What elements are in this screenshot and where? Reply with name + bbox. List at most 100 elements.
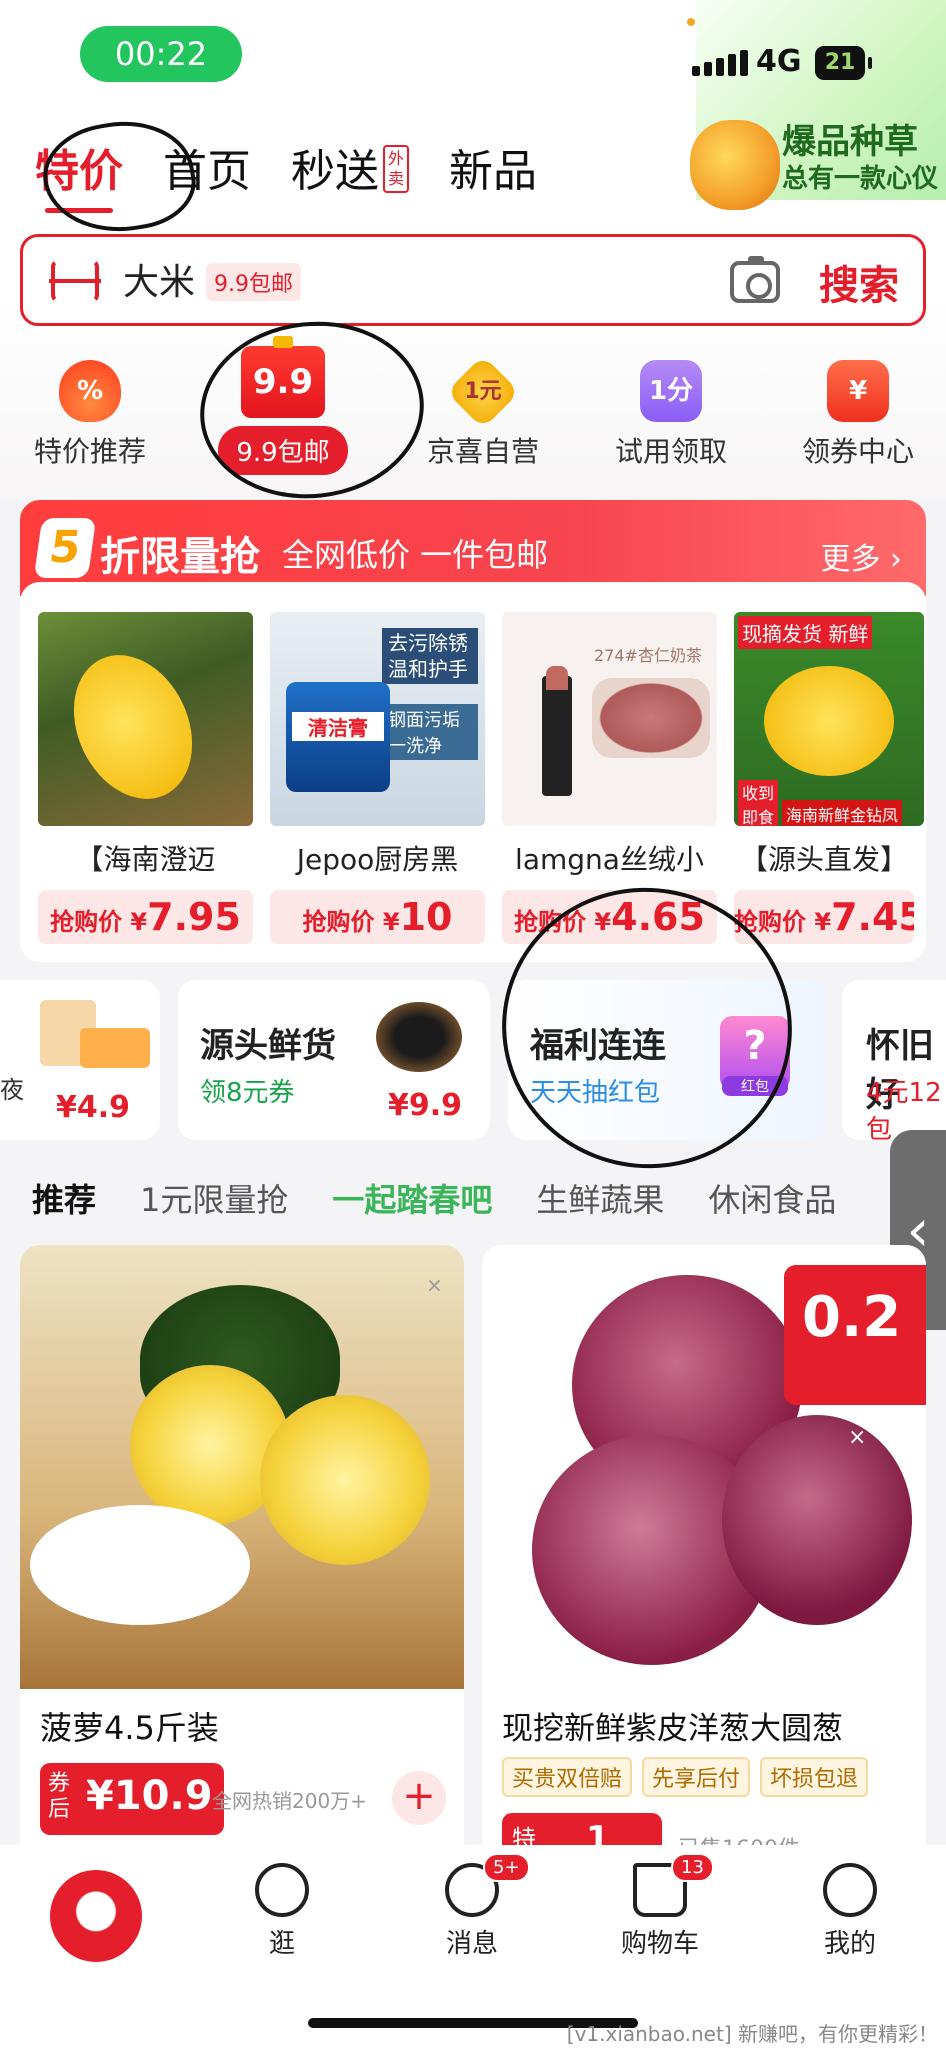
flash-item[interactable]: 去污除锈 温和护手 钢面污垢 一洗净 清洁膏 Jepoo厨房黑 抢购价 ¥10 bbox=[270, 612, 485, 944]
search-button[interactable]: 搜索 bbox=[819, 253, 899, 311]
quick-label: 特价推荐 bbox=[33, 435, 146, 468]
mini-card-huaijiu[interactable]: 怀旧好 4元12包 bbox=[842, 980, 946, 1140]
search-bar[interactable]: 大米 9.9包邮 搜索 bbox=[20, 234, 926, 326]
price-prefix: 抢购价 ¥ bbox=[50, 908, 148, 936]
nav-messages[interactable]: 5+ 消息 bbox=[402, 1853, 542, 1960]
price-value: 7.95 bbox=[147, 895, 241, 939]
add-to-cart-button[interactable]: + bbox=[392, 1771, 446, 1825]
cleaner-image: 去污除锈 温和护手 钢面污垢 一洗净 清洁膏 bbox=[270, 612, 485, 826]
message-icon: 5+ bbox=[445, 1853, 530, 1917]
browse-icon bbox=[255, 1863, 309, 1917]
product-tag: 坏损包退 bbox=[760, 1757, 869, 1797]
network-type: 4G bbox=[756, 44, 802, 79]
product-tag: 先享后付 bbox=[642, 1757, 751, 1797]
mini-card-price: ¥4.9 bbox=[56, 1090, 131, 1125]
mini-card-yuantou[interactable]: 源头鲜货 领8元券 ¥9.9 bbox=[178, 980, 490, 1140]
flash-item[interactable]: 现摘发货 新鲜 收到即食 海南新鲜金钻凤 【源头直发】 抢购价 ¥7.45 bbox=[734, 612, 924, 944]
home-mascot-icon[interactable] bbox=[50, 1870, 142, 1962]
flash-item-name: Jepoo厨房黑 bbox=[296, 843, 459, 876]
nav-cart[interactable]: 13 购物车 bbox=[590, 1853, 730, 1960]
cleaner-sub: 钢面污垢 一洗净 bbox=[382, 704, 478, 760]
product-sales: 全网热销200万+ bbox=[212, 1789, 367, 1813]
flash-item-name: 【海南澄迈 bbox=[75, 843, 216, 876]
quick-icons: % 特价推荐 9.9 9.9包邮 1元 京喜自营 1分 试用领取 ¥ 领券中心 bbox=[0, 336, 946, 480]
mini-card[interactable]: 夜 ¥4.9 bbox=[0, 980, 160, 1140]
price-value: 10 bbox=[399, 895, 453, 939]
tab-miaosong-label: 秒送 bbox=[291, 146, 379, 197]
product-tags: 买贵双倍赔 先享后付 坏损包退 bbox=[502, 1757, 869, 1797]
quick-label: 领券中心 bbox=[801, 435, 914, 468]
one-yuan-text: 1元 bbox=[464, 379, 502, 404]
product-card-onion[interactable]: 0.2 × 现挖新鲜紫皮洋葱大圆葱 买贵双倍赔 先享后付 坏损包退 特 1 已售… bbox=[482, 1245, 926, 1865]
nav-profile[interactable]: 我的 bbox=[780, 1863, 920, 1960]
receive-tag: 收到即食 bbox=[738, 780, 778, 826]
nav-label: 我的 bbox=[823, 1929, 876, 1959]
mini-cards-row: 夜 ¥4.9 源头鲜货 领8元券 ¥9.9 福利连连 天天抽红包 ? 红包 怀旧… bbox=[0, 980, 946, 1140]
close-icon[interactable]: × bbox=[426, 1273, 443, 1297]
scan-icon[interactable] bbox=[49, 259, 101, 303]
cart-icon: 13 bbox=[633, 1853, 714, 1917]
nav-browse[interactable]: 逛 bbox=[212, 1863, 352, 1960]
camera-icon[interactable] bbox=[730, 256, 780, 303]
flash-item-price: 抢购价 ¥10 bbox=[270, 890, 485, 944]
watermark: [v1.xianbao.net] 新赚吧，有你更精彩！ bbox=[566, 2022, 938, 2046]
corner-price-tag: 0.2 bbox=[784, 1265, 926, 1405]
flash-more-link[interactable]: 更多 › bbox=[820, 534, 902, 578]
percent-fire-icon: % bbox=[59, 360, 121, 422]
category-tab[interactable]: 1元限量抢 bbox=[140, 1175, 288, 1221]
tab-miaosong[interactable]: 秒送 外卖 bbox=[291, 135, 409, 199]
product-name: 菠萝4.5斤装 bbox=[40, 1709, 219, 1747]
product-price: ¥10.9 bbox=[86, 1773, 213, 1819]
search-tag: 9.9包邮 bbox=[206, 263, 301, 301]
mini-card-title: 源头鲜货 bbox=[200, 1026, 336, 1066]
nav-label: 逛 bbox=[268, 1929, 295, 1959]
price-value: 7.45 bbox=[831, 895, 914, 939]
nav-label: 购物车 bbox=[620, 1929, 699, 1959]
tab-new[interactable]: 新品 bbox=[449, 135, 537, 199]
quick-label: 京喜自营 bbox=[426, 435, 539, 468]
signal-icon bbox=[692, 50, 748, 76]
cleaner-slogan: 去污除锈 温和护手 bbox=[382, 628, 478, 684]
lipstick-shade: 274#杏仁奶茶 bbox=[594, 646, 702, 665]
cart-badge: 13 bbox=[671, 1853, 714, 1882]
category-tab[interactable]: 一起踏春吧 bbox=[332, 1175, 492, 1221]
fresh-banner: 现摘发货 新鲜 bbox=[738, 616, 873, 649]
flash-title: 折限量抢 bbox=[100, 534, 260, 580]
quick-tejia-recommend[interactable]: % 特价推荐 bbox=[0, 360, 180, 470]
product-tag: 买贵双倍赔 bbox=[502, 1757, 633, 1797]
message-badge: 5+ bbox=[483, 1853, 530, 1882]
coupon-icon: ¥ bbox=[827, 360, 889, 422]
promo-title: 爆品种草 bbox=[782, 122, 918, 162]
mini-card-sub: 夜 bbox=[0, 1076, 24, 1104]
category-tab[interactable]: 生鲜蔬果 bbox=[536, 1175, 664, 1221]
promo-banner[interactable]: 爆品种草 总有一款心仪 bbox=[690, 110, 946, 210]
close-icon[interactable]: × bbox=[848, 1425, 866, 1450]
search-keyword[interactable]: 大米 bbox=[123, 253, 195, 305]
category-tabs: 推荐 1元限量抢 一起踏春吧 生鲜蔬果 休闲食品 bbox=[32, 1175, 880, 1221]
category-tab[interactable]: 休闲食品 bbox=[708, 1175, 836, 1221]
mini-card-price: ¥9.9 bbox=[388, 1088, 463, 1123]
onion-product-image: 0.2 × bbox=[482, 1245, 926, 1689]
lipstick-image: 274#杏仁奶茶 bbox=[502, 612, 717, 826]
fresh-sub: 海南新鲜金钻凤 bbox=[782, 800, 903, 826]
nav-label: 消息 bbox=[445, 1929, 498, 1959]
product-name: 现挖新鲜紫皮洋葱大圆葱 bbox=[502, 1711, 843, 1747]
flash-sale-section: 5 折限量抢 全网低价 一件包邮 更多 › 【海南澄迈 抢购价 ¥7.95 去污… bbox=[20, 500, 926, 962]
quick-trial[interactable]: 1分 试用领取 bbox=[581, 360, 761, 470]
profile-icon bbox=[823, 1863, 877, 1917]
status-time: 00:22 bbox=[80, 26, 242, 82]
flash-item-name: 【源头直发】 bbox=[739, 843, 908, 876]
price-badge: 券后 ¥10.9 bbox=[40, 1763, 224, 1835]
price-prefix: 抢购价 ¥ bbox=[302, 908, 400, 936]
flash-item[interactable]: 【海南澄迈 抢购价 ¥7.95 bbox=[38, 612, 253, 944]
flash-item-price: 抢购价 ¥7.45 bbox=[734, 890, 914, 944]
flash-item-price: 抢购价 ¥7.95 bbox=[38, 890, 253, 944]
quick-coupon-center[interactable]: ¥ 领券中心 bbox=[768, 360, 946, 470]
mini-card-sub: 领8元券 bbox=[200, 1078, 295, 1108]
waimai-tag: 外卖 bbox=[383, 145, 409, 193]
privacy-dot bbox=[687, 18, 695, 26]
product-card-pineapple[interactable]: × 菠萝4.5斤装 券后 ¥10.9 全网热销200万+ + bbox=[20, 1245, 464, 1865]
category-tab[interactable]: 推荐 bbox=[32, 1175, 96, 1221]
cleaner-label: 清洁膏 bbox=[292, 712, 384, 741]
one-yuan-badge-icon: 1元 bbox=[446, 355, 520, 429]
